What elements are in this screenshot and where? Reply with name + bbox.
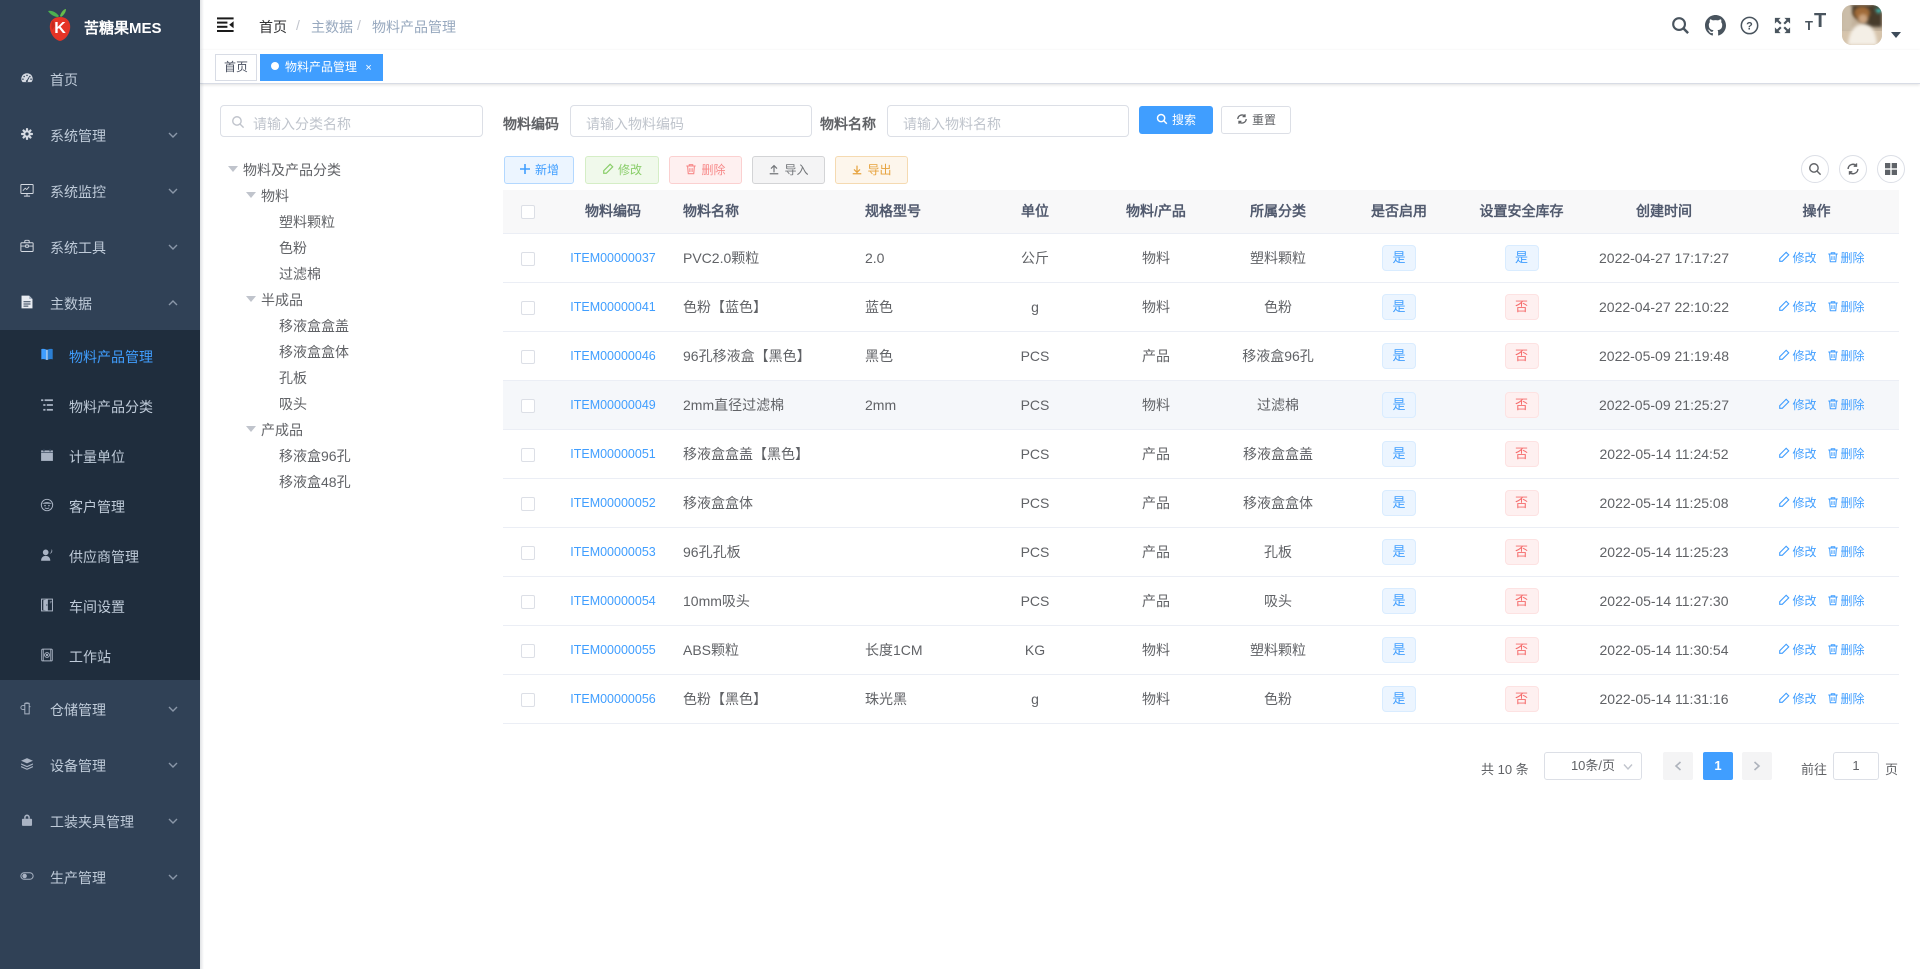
svg-text:K: K <box>54 20 66 37</box>
svg-text:?: ? <box>1746 21 1753 33</box>
